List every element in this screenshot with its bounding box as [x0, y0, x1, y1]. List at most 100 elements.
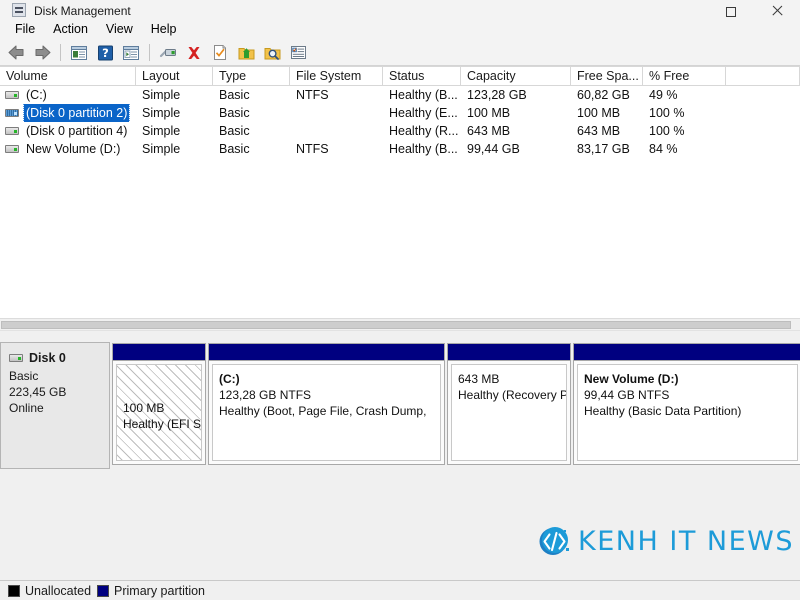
delete-icon[interactable] — [182, 42, 206, 64]
volume-drive-icon — [5, 145, 19, 153]
column-header-type[interactable]: Type — [213, 67, 290, 85]
partition-type-bar — [113, 344, 205, 361]
column-header-layout[interactable]: Layout — [136, 67, 213, 85]
close-icon — [771, 5, 783, 17]
menu-bar: File Action View Help — [0, 18, 800, 40]
partition-block[interactable]: 643 MB Healthy (Recovery P — [447, 343, 571, 465]
window-controls — [708, 0, 800, 18]
cell-free-space: 643 MB — [577, 124, 621, 138]
graphical-view-pane: Disk 0 Basic 223,45 GB Online 100 MB Heal… — [0, 337, 800, 580]
partition-details: New Volume (D:) 99,44 GB NTFS Healthy (Bas… — [577, 364, 798, 461]
cell-free-space: 100 MB — [577, 106, 621, 120]
menu-item-file[interactable]: File — [6, 20, 44, 38]
table-row[interactable]: (Disk 0 partition 4) Simple Basic Healthy (… — [0, 122, 800, 140]
cell-layout: Simple — [142, 106, 181, 120]
cell-status: Healthy (B... — [389, 142, 458, 156]
cell-volume: New Volume (D:) — [0, 140, 136, 158]
cell-volume: (Disk 0 partition 2) — [0, 104, 136, 122]
menu-item-action[interactable]: Action — [44, 20, 97, 38]
disk-management-window: Disk Management File Action View Help ? … — [0, 0, 800, 600]
cell-capacity: 100 MB — [467, 106, 511, 120]
partition-block[interactable]: New Volume (D:) 99,44 GB NTFS Healthy (Bas… — [573, 343, 800, 465]
close-button[interactable] — [754, 0, 800, 18]
cell-free-space: 60,82 GB — [577, 88, 630, 102]
cell-percent-free: 84 % — [649, 142, 678, 156]
column-header-blank[interactable] — [726, 67, 800, 85]
list-view-icon[interactable] — [286, 42, 310, 64]
table-row[interactable]: (Disk 0 partition 2) Simple Basic Healthy (… — [0, 104, 800, 122]
toolbar: ? — [0, 40, 800, 66]
volume-list-header: Volume Layout Type File System Status Capacit… — [0, 66, 800, 86]
cell-type: Basic — [219, 88, 250, 102]
back-arrow-icon[interactable] — [4, 42, 28, 64]
watermark-text: KENH IT NEWS — [578, 526, 794, 557]
legend-item: Unallocated — [8, 584, 91, 598]
legend-swatch — [8, 584, 20, 597]
menu-item-help[interactable]: Help — [142, 20, 186, 38]
column-header-capacity[interactable]: Capacity — [461, 67, 571, 85]
partition-status: Healthy (Basic Data Partition) — [584, 404, 742, 418]
show-hide-console-tree-icon[interactable] — [67, 42, 91, 64]
show-hide-action-pane-icon[interactable] — [119, 42, 143, 64]
legend-item: Primary partition — [97, 584, 205, 598]
disk-size: 223,45 GB — [9, 385, 67, 399]
partition-details: (C:) 123,28 GB NTFS Healthy (Boot, Page Fi… — [212, 364, 441, 461]
refresh-icon[interactable] — [208, 42, 232, 64]
table-row[interactable]: New Volume (D:) Simple Basic NTFS Healthy (B… — [0, 140, 800, 158]
disk-name: Disk 0 — [29, 351, 66, 365]
cell-capacity: 123,28 GB — [467, 88, 527, 102]
pane-splitter[interactable] — [0, 330, 800, 337]
toolbar-separator — [149, 44, 150, 61]
help-icon[interactable]: ? — [93, 42, 117, 64]
menu-item-view[interactable]: View — [97, 20, 142, 38]
legend-label: Unallocated — [25, 583, 92, 598]
partition-status: Healthy (Boot, Page File, Crash Dump, — [219, 404, 427, 418]
horizontal-scrollbar[interactable] — [0, 318, 800, 330]
cell-layout: Simple — [142, 142, 181, 156]
volume-drive-icon — [5, 127, 19, 135]
volume-label: (Disk 0 partition 2) — [22, 104, 131, 122]
partition-block[interactable]: (C:) 123,28 GB NTFS Healthy (Boot, Page Fi… — [208, 343, 445, 465]
column-header-file-system[interactable]: File System — [290, 67, 383, 85]
forward-arrow-icon[interactable] — [30, 42, 54, 64]
scrollbar-thumb[interactable] — [1, 321, 791, 329]
legend-label: Primary partition — [114, 583, 206, 598]
column-header-volume[interactable]: Volume — [0, 67, 136, 85]
partition-details: 643 MB Healthy (Recovery P — [451, 364, 567, 461]
column-header-free-spa[interactable]: Free Spa... — [571, 67, 643, 85]
volume-drive-icon — [5, 109, 19, 117]
cell-volume: (Disk 0 partition 4) — [0, 122, 136, 140]
code-brackets-circle-logo — [539, 527, 570, 555]
partition-size: 643 MB — [458, 372, 500, 386]
partition-block[interactable]: 100 MB Healthy (EFI S — [112, 343, 206, 465]
search-folder-icon[interactable] — [260, 42, 284, 64]
partition-type-bar — [574, 344, 800, 361]
cell-percent-free: 49 % — [649, 88, 678, 102]
cell-capacity: 99,44 GB — [467, 142, 520, 156]
cell-capacity: 643 MB — [467, 124, 511, 138]
disk-icon — [9, 354, 23, 362]
partition-details: 100 MB Healthy (EFI S — [116, 364, 202, 461]
disk-info-panel[interactable]: Disk 0 Basic 223,45 GB Online — [0, 342, 110, 469]
cell-free-space: 83,17 GB — [577, 142, 630, 156]
rescan-disks-icon[interactable] — [234, 42, 258, 64]
cell-type: Basic — [219, 124, 250, 138]
partition-strip: 100 MB Healthy (EFI S (C:) 123,28 GB NTFS He… — [110, 342, 800, 469]
disk-row-0: Disk 0 Basic 223,45 GB Online 100 MB Heal… — [0, 342, 800, 469]
cell-layout: Simple — [142, 88, 181, 102]
partition-name: (C:) — [219, 372, 240, 386]
partition-size: 123,28 GB NTFS — [219, 388, 312, 402]
maximize-button[interactable] — [708, 0, 754, 18]
properties-icon[interactable] — [156, 42, 180, 64]
partition-type-bar — [209, 344, 444, 361]
cell-percent-free: 100 % — [649, 124, 685, 138]
column-header-status[interactable]: Status — [383, 67, 461, 85]
title-bar: Disk Management — [0, 0, 800, 18]
column-header-free[interactable]: % Free — [643, 67, 726, 85]
cell-layout: Simple — [142, 124, 181, 138]
table-row[interactable]: (C:) Simple Basic NTFS Healthy (B... 123,28 G… — [0, 86, 800, 104]
svg-text:?: ? — [102, 46, 109, 60]
volume-list-pane: Volume Layout Type File System Status Capacit… — [0, 66, 800, 318]
partition-status: Healthy (EFI S — [123, 416, 202, 431]
partition-size: 100 MB — [123, 400, 165, 415]
